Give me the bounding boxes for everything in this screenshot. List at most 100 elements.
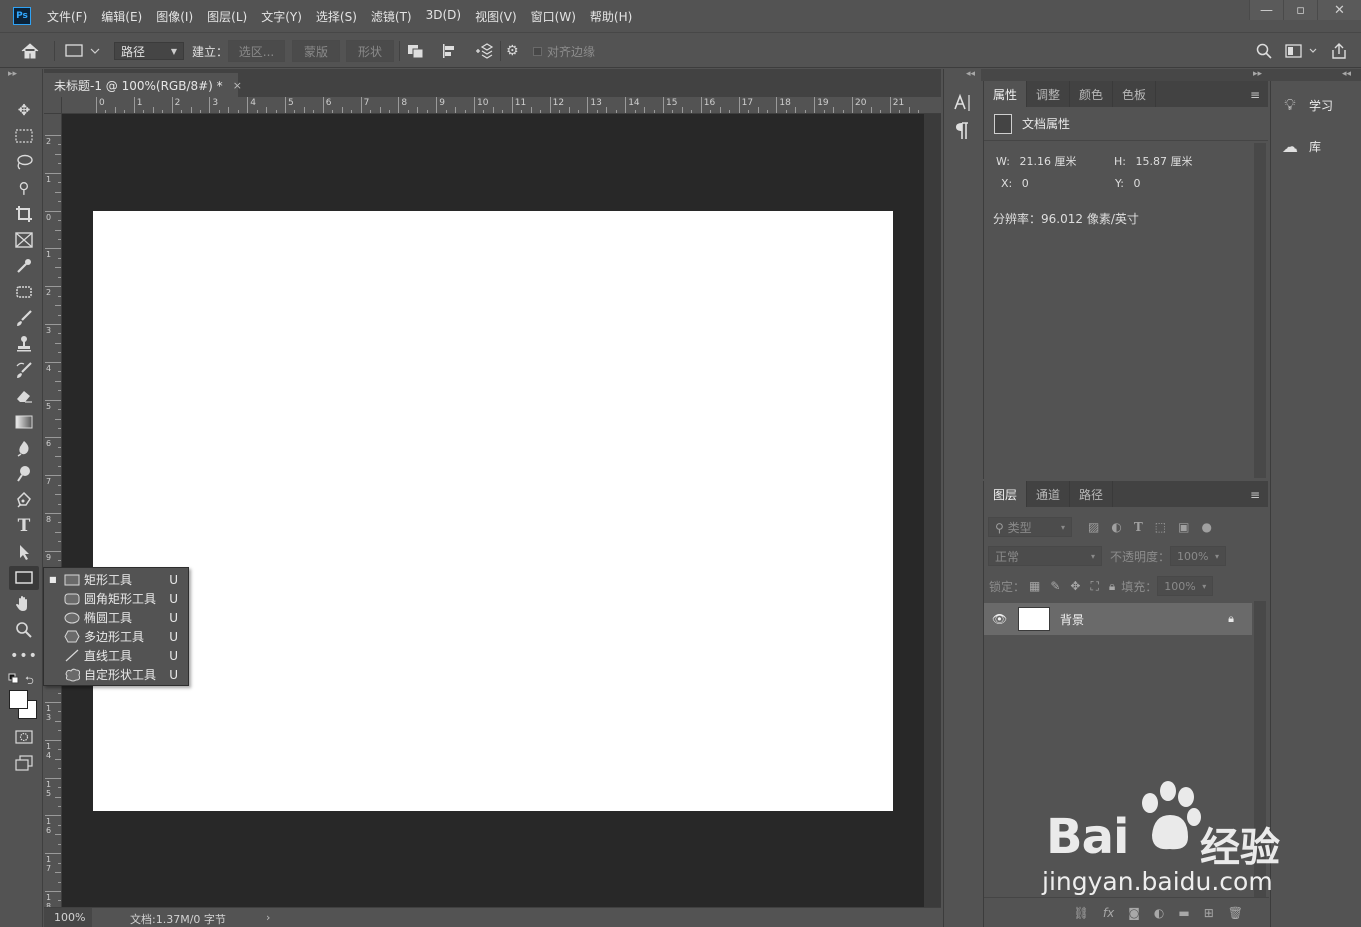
link-layers-icon[interactable]: ⛓ xyxy=(1074,906,1089,920)
workspace-switcher[interactable] xyxy=(1284,33,1320,69)
menu-view[interactable]: 视图(V) xyxy=(475,8,517,25)
eraser-tool[interactable] xyxy=(9,384,39,408)
clone-stamp-tool[interactable] xyxy=(9,332,39,356)
flyout-item-rounded-rectangle[interactable]: 圆角矩形工具 U xyxy=(44,589,188,608)
path-arrangement-button[interactable] xyxy=(472,33,494,69)
document-canvas[interactable] xyxy=(93,211,893,811)
character-panel-button[interactable] xyxy=(954,93,972,118)
make-shape-button[interactable]: 形状 xyxy=(346,40,394,62)
expand-toolbar-icon[interactable]: ▸▸ xyxy=(8,69,17,79)
layer-filter-dropdown[interactable]: ⚲ 类型 ▾ xyxy=(988,517,1072,537)
menu-filter[interactable]: 滤镜(T) xyxy=(371,8,412,25)
crop-tool[interactable] xyxy=(9,202,39,226)
blur-tool[interactable] xyxy=(9,436,39,460)
filter-shape-icon[interactable]: ⬚ xyxy=(1155,520,1166,534)
filter-pixel-icon[interactable]: ▨ xyxy=(1088,520,1099,534)
move-tool[interactable]: ✥ xyxy=(9,98,39,122)
lasso-tool[interactable] xyxy=(9,150,39,174)
search-button[interactable] xyxy=(1255,33,1273,69)
tab-color[interactable]: 颜色 xyxy=(1070,81,1114,107)
hand-tool[interactable] xyxy=(9,592,39,616)
menu-select[interactable]: 选择(S) xyxy=(316,8,357,25)
menu-help[interactable]: 帮助(H) xyxy=(590,8,632,25)
flyout-item-custom-shape[interactable]: 自定形状工具 U xyxy=(44,665,188,684)
eye-icon[interactable]: 👁︎ xyxy=(992,612,1007,626)
default-colors-button[interactable] xyxy=(8,673,20,688)
collapse-panels-icon[interactable]: ◂◂ xyxy=(1342,69,1351,79)
menu-window[interactable]: 窗口(W) xyxy=(531,8,576,25)
y-value[interactable]: 0 xyxy=(1133,177,1140,190)
learn-panel-button[interactable]: 💡︎ 学习 xyxy=(1271,85,1361,125)
tab-properties[interactable]: 属性 xyxy=(984,81,1028,107)
marquee-tool[interactable] xyxy=(9,124,39,148)
home-button[interactable] xyxy=(20,33,40,69)
x-value[interactable]: 0 xyxy=(1022,177,1029,190)
maximize-button[interactable]: ▫ xyxy=(1283,0,1317,20)
status-menu-arrow-icon[interactable]: › xyxy=(266,911,270,924)
screen-mode-button[interactable] xyxy=(9,751,39,775)
panel-menu-icon[interactable]: ≡ xyxy=(1250,88,1260,102)
tab-channels[interactable]: 通道 xyxy=(1027,481,1071,507)
fx-icon[interactable]: fx xyxy=(1103,906,1114,920)
close-button[interactable]: ✕ xyxy=(1317,0,1361,20)
vertical-scrollbar[interactable] xyxy=(924,114,941,907)
gradient-tool[interactable] xyxy=(9,410,39,434)
type-tool[interactable]: T xyxy=(9,514,39,538)
vertical-ruler[interactable]: 2101234567891 01 11 21 31 41 51 61 71 8 xyxy=(44,114,62,911)
edit-toolbar-button[interactable]: ••• xyxy=(9,644,39,668)
width-value[interactable]: 21.16 厘米 xyxy=(1019,155,1076,168)
quick-mask-button[interactable] xyxy=(9,725,39,749)
align-edges-checkbox[interactable] xyxy=(533,46,542,56)
tab-swatches[interactable]: 色板 xyxy=(1113,81,1157,107)
lock-icon[interactable]: 🔒︎ xyxy=(1228,612,1234,626)
tool-preset-picker[interactable] xyxy=(64,33,102,69)
rectangle-tool[interactable] xyxy=(9,566,39,590)
minimize-button[interactable]: — xyxy=(1249,0,1283,20)
horizontal-ruler[interactable]: 0 1 2 3 4 5 6 7 8 9 10 11 12 13 14 15 16 17 18 19 20 21 xyxy=(62,97,941,114)
path-selection-tool[interactable] xyxy=(9,540,39,564)
blend-mode-dropdown[interactable]: 正常 ▾ xyxy=(988,546,1102,566)
eyedropper-tool[interactable] xyxy=(9,254,39,278)
document-tab[interactable]: 未标题-1 @ 100%(RGB/8#) * × xyxy=(44,73,242,97)
collapse-dock-icon[interactable]: ◂◂ xyxy=(966,69,975,79)
menu-layer[interactable]: 图层(L) xyxy=(207,8,247,25)
flyout-item-line[interactable]: 直线工具 U xyxy=(44,646,188,665)
zoom-tool[interactable] xyxy=(9,618,39,642)
make-selection-button[interactable]: 选区... xyxy=(228,40,285,62)
document-info[interactable]: 文档:1.37M/0 字节 xyxy=(130,911,226,927)
lock-position-icon[interactable]: ✥ xyxy=(1070,579,1080,593)
flyout-item-rectangle[interactable]: ■ 矩形工具 U xyxy=(44,570,188,589)
menu-type[interactable]: 文字(Y) xyxy=(261,8,302,25)
paragraph-panel-button[interactable] xyxy=(954,121,970,146)
trash-icon[interactable]: 🗑︎ xyxy=(1228,906,1243,920)
layer-row-background[interactable]: 👁︎ 背景 🔒︎ xyxy=(984,603,1252,635)
pen-tool[interactable] xyxy=(9,488,39,512)
menu-file[interactable]: 文件(F) xyxy=(47,8,87,25)
expand-panels-icon[interactable]: ▸▸ xyxy=(1253,69,1262,79)
path-operations-button[interactable] xyxy=(406,33,426,69)
foreground-color-swatch[interactable] xyxy=(9,690,28,709)
ruler-origin[interactable] xyxy=(44,97,62,114)
make-mask-button[interactable]: 蒙版 xyxy=(292,40,340,62)
add-mask-icon[interactable]: ◙ xyxy=(1128,906,1140,920)
tab-paths[interactable]: 路径 xyxy=(1070,481,1114,507)
fill-field[interactable]: 100% ▾ xyxy=(1157,576,1214,596)
lock-all-icon[interactable]: 🔒︎ xyxy=(1109,579,1115,594)
path-alignment-button[interactable] xyxy=(440,33,460,69)
new-layer-icon[interactable]: ⊞ xyxy=(1204,906,1214,920)
frame-tool[interactable] xyxy=(9,228,39,252)
menu-image[interactable]: 图像(I) xyxy=(156,8,193,25)
quick-selection-tool[interactable]: ⚲ xyxy=(9,176,39,200)
settings-button[interactable]: ⚙ xyxy=(506,33,519,69)
folder-icon[interactable]: ▬ xyxy=(1178,906,1189,920)
menu-3d[interactable]: 3D(D) xyxy=(426,8,461,25)
tab-layers[interactable]: 图层 xyxy=(984,481,1028,507)
brush-tool[interactable] xyxy=(9,306,39,330)
zoom-level-field[interactable]: 100% xyxy=(44,908,92,927)
tab-adjustments[interactable]: 调整 xyxy=(1027,81,1071,107)
opacity-field[interactable]: 100% ▾ xyxy=(1170,546,1227,566)
dodge-tool[interactable] xyxy=(9,462,39,486)
mode-dropdown[interactable]: 路径 ▼ xyxy=(114,42,184,60)
properties-scrollbar[interactable] xyxy=(1254,143,1266,478)
height-value[interactable]: 15.87 厘米 xyxy=(1135,155,1192,168)
